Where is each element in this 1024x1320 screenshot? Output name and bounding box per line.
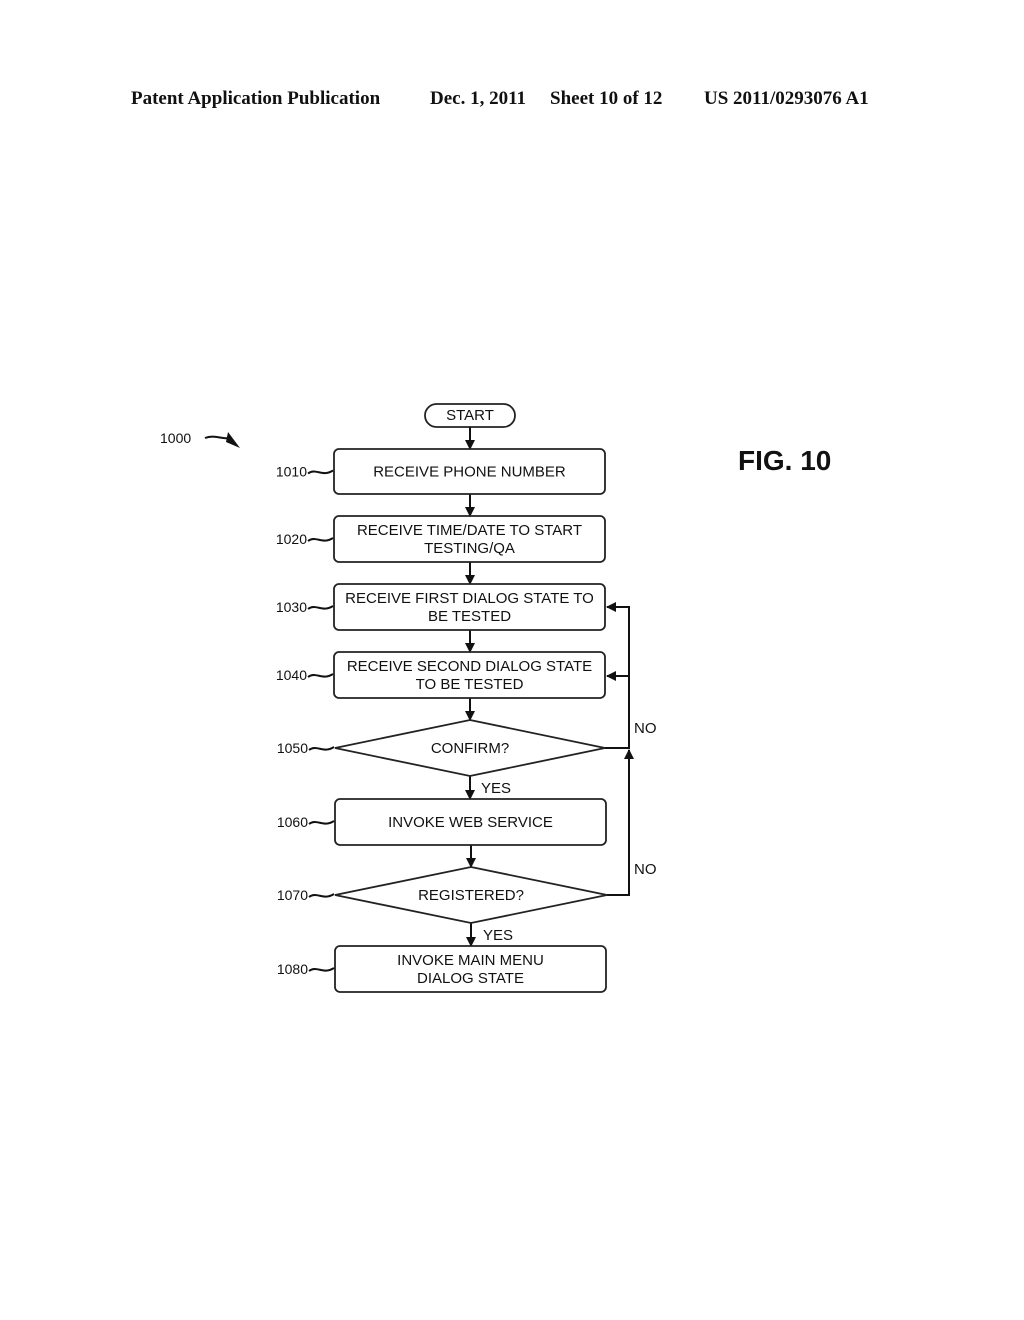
step-text: REGISTERED? bbox=[418, 887, 524, 904]
process-step-1010: RECEIVE PHONE NUMBER 1010 bbox=[276, 448, 606, 495]
step-text: RECEIVE TIME/DATE TO START bbox=[357, 522, 582, 539]
process-step-1020: RECEIVE TIME/DATE TO STARTTESTING/QA 1020 bbox=[276, 515, 606, 563]
process-step-1030: RECEIVE FIRST DIALOG STATE TOBE TESTED 10… bbox=[276, 583, 606, 631]
no-label-1070: NO bbox=[634, 861, 657, 878]
no-label-1050: NO bbox=[634, 720, 657, 737]
ref-leader bbox=[308, 820, 335, 825]
process-step-1040: RECEIVE SECOND DIALOG STATETO BE TESTED 1… bbox=[276, 651, 606, 699]
step-ref: 1020 bbox=[276, 531, 307, 547]
figure-ref: 1000 bbox=[160, 430, 191, 446]
no-loop-1050 bbox=[605, 602, 630, 749]
figure-label: FIG. 10 bbox=[738, 445, 831, 476]
ref-leader bbox=[308, 893, 335, 898]
ref-leader bbox=[307, 537, 334, 542]
step-text: INVOKE WEB SERVICE bbox=[388, 814, 553, 831]
step-text: INVOKE MAIN MENU bbox=[397, 952, 544, 969]
yes-label-1050: YES bbox=[481, 780, 511, 797]
step-text: BE TESTED bbox=[428, 608, 511, 625]
ref-leader bbox=[308, 967, 335, 972]
step-text: RECEIVE FIRST DIALOG STATE TO bbox=[345, 590, 594, 607]
start-label: START bbox=[446, 407, 494, 424]
process-step-1080: INVOKE MAIN MENUDIALOG STATE 1080 bbox=[277, 945, 607, 993]
step-text: DIALOG STATE bbox=[417, 970, 524, 987]
step-ref: 1070 bbox=[277, 887, 308, 903]
decision-1070: REGISTERED? 1070 bbox=[277, 866, 608, 924]
step-text: TO BE TESTED bbox=[416, 676, 524, 693]
step-ref: 1080 bbox=[277, 961, 308, 977]
ref-leader bbox=[307, 673, 334, 678]
step-ref: 1030 bbox=[276, 599, 307, 615]
step-ref: 1060 bbox=[277, 814, 308, 830]
step-ref: 1040 bbox=[276, 667, 307, 683]
step-ref: 1050 bbox=[277, 740, 308, 756]
decision-1050: CONFIRM? 1050 bbox=[277, 719, 606, 777]
step-text: RECEIVE SECOND DIALOG STATE bbox=[347, 658, 592, 675]
process-step-1060: INVOKE WEB SERVICE 1060 bbox=[277, 798, 607, 846]
no-loop-1070 bbox=[607, 749, 634, 896]
step-text: CONFIRM? bbox=[431, 740, 509, 757]
step-text: RECEIVE PHONE NUMBER bbox=[373, 464, 566, 481]
figure-ref-arrowhead-icon bbox=[226, 432, 240, 448]
ref-leader bbox=[307, 469, 334, 475]
step-ref: 1010 bbox=[276, 464, 307, 480]
flowchart: FIG. 10 1000 START NO NO YES YES RECEIVE… bbox=[160, 403, 831, 993]
yes-label-1070: YES bbox=[483, 927, 513, 944]
ref-leader bbox=[308, 746, 335, 751]
step-text: TESTING/QA bbox=[424, 540, 515, 557]
ref-leader bbox=[307, 605, 334, 610]
